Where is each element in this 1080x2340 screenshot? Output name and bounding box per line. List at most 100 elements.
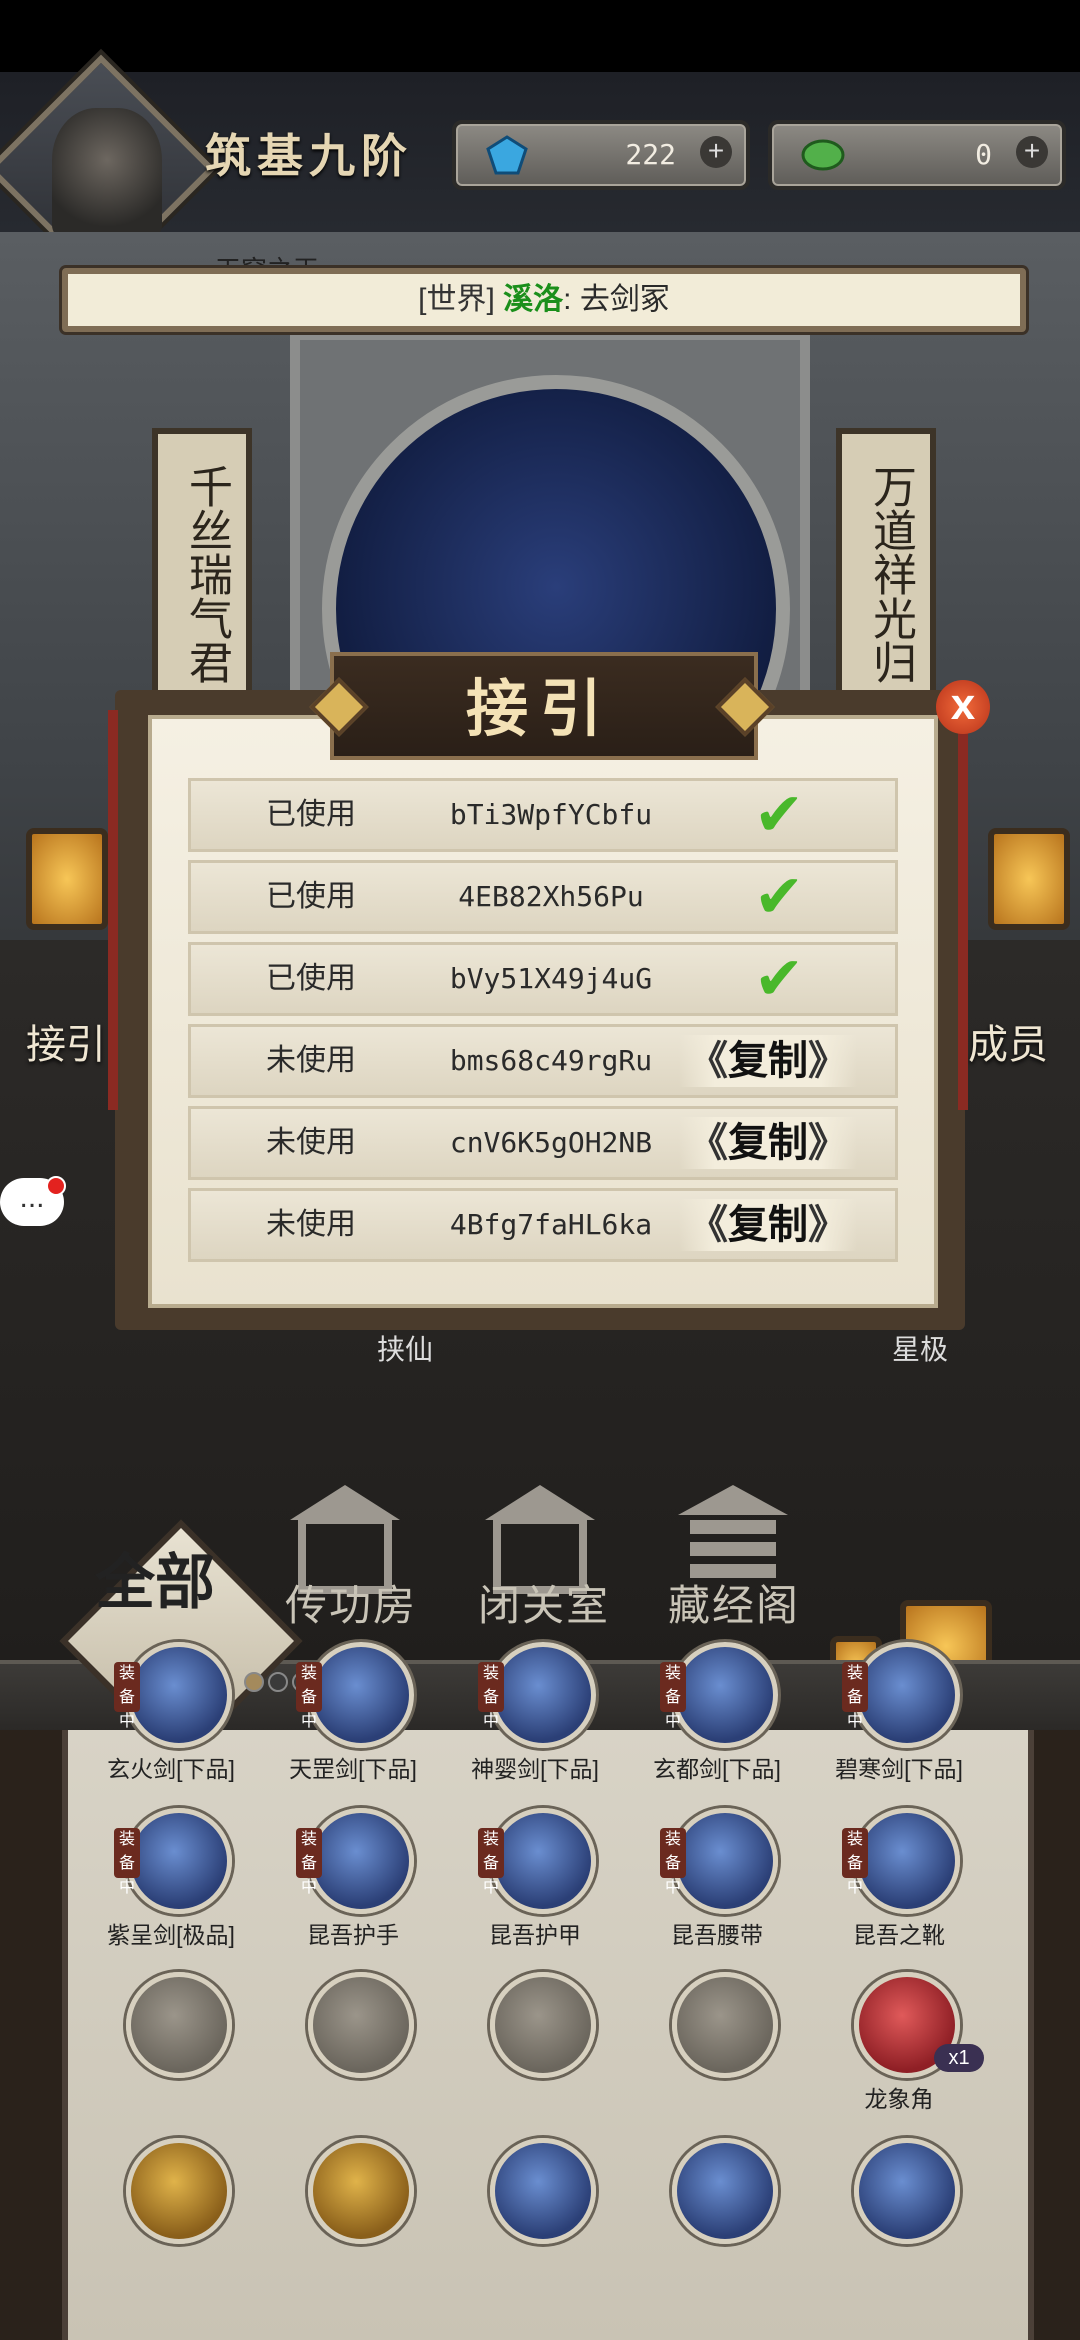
world-chat-ticker[interactable]: [世界] 溪洛: 去剑冢 [62, 268, 1026, 332]
invite-code: bms68c49rgRu [449, 1044, 653, 1077]
left-couplet: 千丝瑞气君 [152, 428, 252, 720]
ticker-separator: : [563, 283, 572, 316]
lantern-right [988, 828, 1070, 930]
item-quantity: x1 [934, 2044, 984, 2072]
item-name: 紫呈剑[极品] [107, 1922, 235, 1948]
item-icon [672, 1808, 778, 1914]
inventory-item[interactable] [268, 2138, 438, 2303]
inventory-item[interactable]: 装备中昆吾护手 [268, 1808, 438, 1973]
notification-dot [46, 1176, 66, 1196]
inventory-item[interactable]: 装备中 玄火剑[下品] [86, 1642, 256, 1807]
copy-button[interactable]: 《复制》 [679, 1035, 857, 1087]
cultivation-realm: 筑基九阶 [205, 129, 413, 183]
behind-label-1: 挟仙 [376, 1334, 433, 1365]
checkmark-icon: ✔ [753, 863, 805, 930]
bracket-left-icon: 《 [688, 1037, 728, 1084]
ticker-text: [世界] 溪洛: 去剑冢 [68, 274, 1020, 326]
checkmark-icon: ✔ [753, 945, 805, 1012]
item-icon [126, 1972, 232, 2078]
bracket-left-icon: 《 [688, 1119, 728, 1166]
inventory-item[interactable] [632, 2138, 802, 2303]
item-name: 昆吾护甲 [489, 1922, 581, 1948]
inventory-item[interactable] [86, 2138, 256, 2303]
checkmark-icon: ✔ [753, 781, 805, 848]
item-icon [126, 2138, 232, 2244]
item-icon [126, 1808, 232, 1914]
inventory-item[interactable]: 装备中 玄都剑[下品] [632, 1642, 802, 1807]
item-name: 昆吾护手 [307, 1922, 399, 1948]
invite-code-row: 未使用 4Bfg7faHL6ka 《复制》 [188, 1188, 898, 1262]
invite-code-row: 已使用 4EB82Xh56Pu ✔ [188, 860, 898, 934]
add-jade-button[interactable]: + [1016, 136, 1048, 168]
dialog-title: 接引 [465, 672, 614, 745]
item-name: 天罡剑[下品] [289, 1756, 417, 1782]
inventory-item[interactable] [450, 2138, 620, 2303]
item-icon [308, 1642, 414, 1748]
invite-code: cnV6K5gOH2NB [449, 1126, 653, 1159]
inventory-item[interactable]: 装备中碧寒剑[下品] [814, 1642, 984, 1807]
avatar[interactable] [52, 108, 162, 238]
inventory-item[interactable] [632, 1972, 802, 2137]
inventory-item[interactable]: 装备中 天罡剑[下品] [268, 1642, 438, 1807]
inventory-item[interactable]: x1 龙象角 [814, 1972, 984, 2137]
item-icon [672, 1642, 778, 1748]
inventory-item[interactable]: 装备中 昆吾腰带 [632, 1808, 802, 1973]
item-icon [490, 2138, 596, 2244]
inventory-item[interactable]: 装备中 神婴剑[下品] [450, 1642, 620, 1807]
invite-code-row: 已使用 bTi3WpfYCbfu ✔ [188, 778, 898, 852]
equipped-badge: 装备中 [842, 1828, 868, 1896]
invite-code: 4EB82Xh56Pu [458, 880, 644, 913]
invite-code: bVy51X49j4uG [449, 962, 653, 995]
copy-button[interactable]: 《复制》 [679, 1117, 857, 1169]
inventory-panel: 装备中 玄火剑[下品] 装备中 天罡剑[下品] 装备中 神婴剑[下品] 装备中 玄都剑[下品]… [62, 1642, 1034, 2340]
equipped-badge: 装备中 [114, 1828, 140, 1896]
currency-jade-value: 0 [975, 138, 992, 171]
equipped-badge: 装备中 [114, 1662, 140, 1730]
building-label-3: 藏经阁 [668, 1581, 801, 1630]
inventory-item[interactable]: 装备中紫呈剑[极品] [86, 1808, 256, 1973]
inventory-item[interactable]: 装备中昆吾之靴 [814, 1808, 984, 1973]
item-name: 玄都剑[下品] [653, 1756, 781, 1782]
item-icon [308, 1972, 414, 2078]
add-crystal-button[interactable]: + [700, 136, 732, 168]
item-name: 龙象角 [864, 2086, 934, 2112]
item-name: 昆吾之靴 [853, 1922, 945, 1948]
equipped-badge: 装备中 [296, 1828, 322, 1896]
blue-crystal-icon [486, 135, 528, 175]
bracket-left-icon: 《 [688, 1201, 728, 1248]
inventory-item[interactable] [268, 1972, 438, 2137]
invite-code-row: 未使用 cnV6K5gOH2NB 《复制》 [188, 1106, 898, 1180]
lantern-left [26, 828, 108, 930]
equipped-badge: 装备中 [478, 1662, 504, 1730]
invite-code: bTi3WpfYCbfu [449, 798, 653, 831]
inventory-item[interactable] [450, 1972, 620, 2137]
scroll-rod-left [108, 710, 118, 1110]
currency-jade[interactable]: 0 + [768, 120, 1066, 190]
currency-crystal[interactable]: 222 + [452, 120, 750, 190]
inventory-item[interactable] [86, 1972, 256, 2137]
invite-code: 4Bfg7faHL6ka [449, 1208, 653, 1241]
bracket-right-icon: 》 [808, 1119, 848, 1166]
close-button[interactable]: x [936, 680, 990, 734]
members-side-button[interactable]: 成员 [968, 1012, 1048, 1070]
inventory-item[interactable]: 装备中 昆吾护甲 [450, 1808, 620, 1973]
behind-label-2: 星极 [891, 1334, 948, 1365]
copy-button[interactable]: 《复制》 [679, 1199, 857, 1251]
item-icon [672, 2138, 778, 2244]
equipped-badge: 装备中 [842, 1662, 868, 1730]
building-label-1: 传功房 [285, 1581, 418, 1630]
recruit-side-button[interactable]: 接引 [26, 1012, 106, 1070]
item-name: 碧寒剑[下品] [835, 1756, 963, 1782]
ticker-channel: [世界] [418, 283, 495, 316]
all-tab[interactable]: 全部 [95, 1552, 270, 1614]
copy-label: 复制 [728, 1037, 808, 1084]
item-icon [308, 1808, 414, 1914]
currency-crystal-value: 222 [625, 138, 676, 171]
item-icon [854, 1642, 960, 1748]
item-icon [490, 1642, 596, 1748]
item-icon [308, 2138, 414, 2244]
item-icon [490, 1972, 596, 2078]
inventory-item[interactable] [814, 2138, 984, 2303]
ticker-player-name[interactable]: 溪洛 [503, 283, 563, 316]
right-couplet: 万道祥光归 [836, 428, 936, 720]
